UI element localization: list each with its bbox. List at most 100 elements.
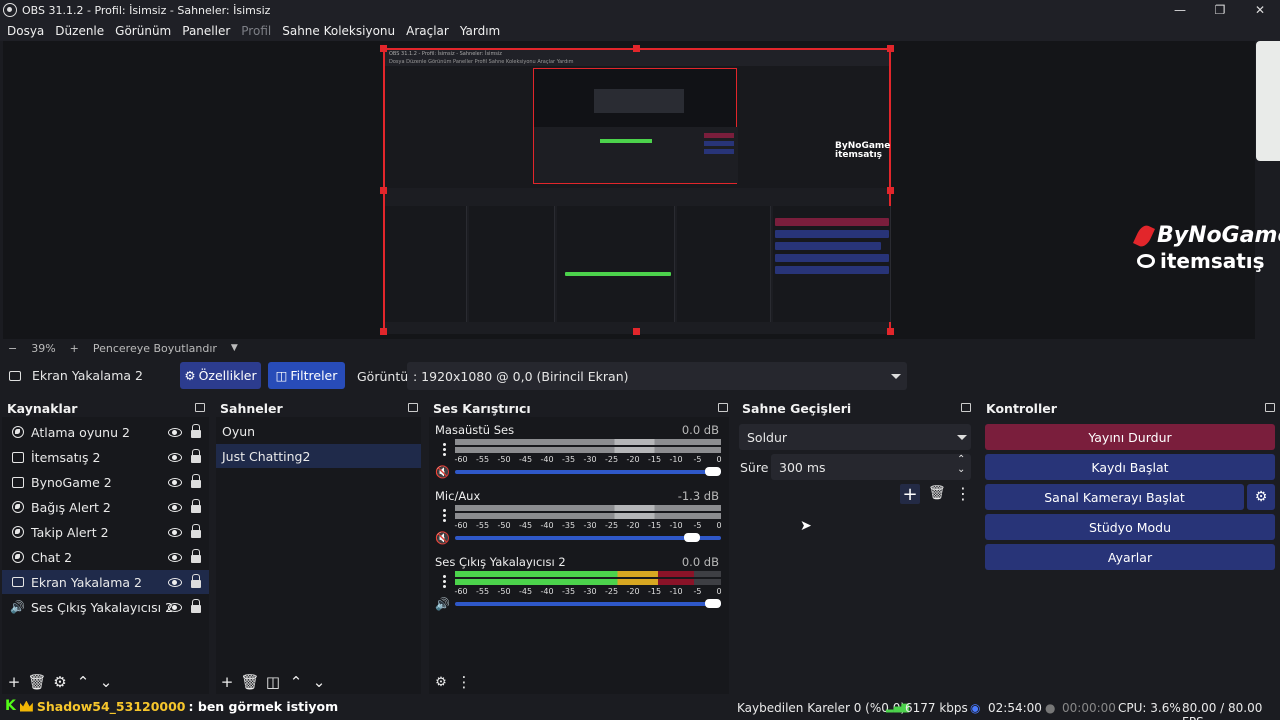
float-dock-icon[interactable] — [961, 403, 971, 412]
speaker-icon[interactable]: 🔊 — [435, 597, 450, 611]
lock-icon[interactable] — [191, 424, 201, 438]
volume-slider[interactable] — [455, 533, 721, 542]
close-icon[interactable]: ✕ — [1240, 0, 1280, 20]
visibility-eye-icon[interactable] — [168, 452, 182, 462]
chevron-down-icon[interactable]: ⌄ — [95, 672, 117, 692]
float-dock-icon[interactable] — [718, 403, 728, 412]
muted-speaker-icon[interactable]: 🔇 — [435, 531, 450, 545]
menu-edit[interactable]: Düzenle — [55, 24, 104, 38]
bitrate: 6177 kbps — [905, 701, 968, 715]
preview-canvas[interactable]: OBS 31.1.2 - Profil: İsimsiz - Sahneler:… — [3, 41, 1255, 339]
meter-tick-label: -60 — [454, 521, 468, 530]
add-icon[interactable]: + — [3, 672, 25, 692]
menu-tools[interactable]: Araçlar — [406, 24, 449, 38]
lock-icon[interactable] — [191, 549, 201, 563]
gear-icon[interactable]: ⚙ — [430, 672, 452, 692]
source-item[interactable]: Atlama oyunu 2 — [2, 420, 209, 444]
filter-icon[interactable]: ◫ — [262, 672, 284, 692]
menu-docks[interactable]: Paneller — [182, 24, 230, 38]
start-virtual-camera-button[interactable]: Sanal Kamerayı Başlat — [985, 484, 1244, 510]
side-card — [1256, 41, 1280, 161]
source-item-selected[interactable]: Ekran Yakalama 2 — [2, 570, 209, 594]
chevron-up-icon[interactable]: ⌃ — [285, 672, 307, 692]
zoom-in-button[interactable]: + — [70, 342, 79, 355]
visibility-eye-icon[interactable] — [168, 502, 182, 512]
lock-icon[interactable] — [191, 474, 201, 488]
meter-scale: -60 -55 -50 -45 -40 -35 -30 -25 -20 -15 -10 -5 0 — [454, 521, 723, 531]
scene-item[interactable]: Oyun — [216, 419, 421, 443]
source-item[interactable]: BynoGame 2 — [2, 470, 209, 494]
meter-tick-label: -40 — [540, 455, 554, 464]
level-meter — [455, 505, 721, 511]
volume-slider[interactable] — [455, 467, 721, 476]
add-icon[interactable]: + — [216, 672, 238, 692]
kebab-menu-icon[interactable]: ⋮ — [955, 484, 971, 503]
kebab-menu-icon[interactable]: ⋮ — [453, 672, 475, 692]
visibility-eye-icon[interactable] — [168, 577, 182, 587]
source-item[interactable]: Takip Alert 2 — [2, 520, 209, 544]
visibility-eye-icon[interactable] — [168, 602, 182, 612]
muted-speaker-icon[interactable]: 🔇 — [435, 465, 450, 479]
visibility-eye-icon[interactable] — [168, 552, 182, 562]
selected-source: Ekran Yakalama 2 — [9, 368, 143, 383]
float-dock-icon[interactable] — [195, 403, 205, 412]
source-item[interactable]: Bağış Alert 2 — [2, 495, 209, 519]
chevron-down-icon[interactable]: ⌄ — [308, 672, 330, 692]
kebab-menu-icon[interactable] — [443, 575, 446, 589]
speaker-icon: 🔊 — [10, 600, 25, 614]
kebab-menu-icon[interactable] — [443, 443, 446, 457]
meter-tick-label: -5 — [693, 521, 702, 530]
audio-mixer-dock: Ses Karıştırıcı Masaüstü Ses 0.0 dB -60-… — [426, 397, 732, 694]
fit-to-window[interactable]: Pencereye Boyutlandır — [93, 342, 217, 355]
kebab-menu-icon[interactable] — [443, 509, 446, 523]
gear-icon[interactable]: ⚙ — [49, 672, 71, 692]
volume-slider[interactable] — [455, 599, 721, 608]
visibility-eye-icon[interactable] — [168, 477, 182, 487]
settings-button[interactable]: Ayarlar — [985, 544, 1275, 570]
display-select[interactable]: : 1920x1080 @ 0,0 (Birincil Ekran) — [407, 362, 907, 390]
start-recording-button[interactable]: Kaydı Başlat — [985, 454, 1275, 480]
float-dock-icon[interactable] — [1265, 403, 1275, 412]
source-item[interactable]: Chat 2 — [2, 545, 209, 569]
lock-icon[interactable] — [191, 449, 201, 463]
menu-help[interactable]: Yardım — [460, 24, 500, 38]
trash-icon[interactable]: 🗑 — [928, 485, 946, 501]
visibility-eye-icon[interactable] — [168, 427, 182, 437]
scenes-toolbar: + 🗑 ◫ ⌃ ⌄ — [216, 670, 331, 694]
title-bar: OBS 31.1.2 - Profil: İsimsiz - Sahneler:… — [0, 0, 1280, 20]
lock-icon[interactable] — [191, 574, 201, 588]
lock-icon[interactable] — [191, 499, 201, 513]
stop-stream-button[interactable]: Yayını Durdur — [985, 424, 1275, 450]
chevron-down-icon[interactable]: ▼ — [231, 343, 238, 353]
duration-input[interactable]: 300 ms ⌃ ⌄ — [771, 454, 971, 480]
spin-down-icon[interactable]: ⌄ — [957, 464, 965, 475]
properties-button[interactable]: ⚙ Özellikler — [180, 362, 261, 389]
zoom-out-button[interactable]: − — [8, 342, 17, 355]
trash-icon[interactable]: 🗑 — [26, 672, 48, 692]
cpu-usage: CPU: 3.6% — [1118, 701, 1181, 715]
menu-file[interactable]: Dosya — [7, 24, 44, 38]
menu-profile[interactable]: Profil — [241, 24, 271, 38]
status-bar: K Shadow54_53120000 : ben görmek istiyom… — [0, 696, 1280, 720]
monitor-icon — [11, 577, 24, 587]
chevron-up-icon[interactable]: ⌃ — [72, 672, 94, 692]
filter-icon: ◫ — [275, 368, 288, 383]
scene-item-selected[interactable]: Just Chatting2 — [216, 444, 421, 468]
add-transition-button[interactable]: + — [900, 484, 920, 505]
restore-icon[interactable]: ❐ — [1200, 0, 1240, 20]
screen-capture-source[interactable]: OBS 31.1.2 - Profil: İsimsiz - Sahneler:… — [383, 48, 891, 334]
source-item[interactable]: İtemsatış 2 — [2, 445, 209, 469]
visibility-eye-icon[interactable] — [168, 527, 182, 537]
float-dock-icon[interactable] — [408, 403, 418, 412]
minimize-icon[interactable]: — — [1160, 0, 1200, 20]
studio-mode-button[interactable]: Stüdyo Modu — [985, 514, 1275, 540]
lock-icon[interactable] — [191, 599, 201, 613]
lock-icon[interactable] — [191, 524, 201, 538]
trash-icon[interactable]: 🗑 — [239, 672, 261, 692]
menu-scene-collection[interactable]: Sahne Koleksiyonu — [282, 24, 395, 38]
menu-view[interactable]: Görünüm — [115, 24, 171, 38]
virtual-camera-settings-button[interactable]: ⚙ — [1247, 484, 1275, 510]
filters-button[interactable]: ◫ Filtreler — [268, 362, 345, 389]
transition-select[interactable]: Soldur — [739, 424, 971, 450]
source-item[interactable]: 🔊 Ses Çıkış Yakalayıcısı 2 — [2, 595, 209, 619]
